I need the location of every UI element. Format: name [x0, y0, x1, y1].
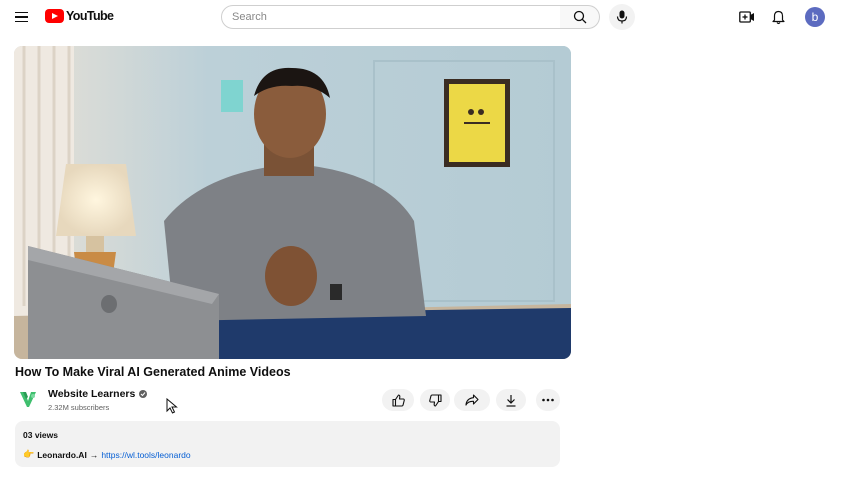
create-icon: [739, 11, 754, 23]
channel-avatar[interactable]: [17, 388, 39, 410]
channel-name-label: Website Learners: [48, 388, 136, 400]
search-input[interactable]: [232, 11, 560, 23]
search-button[interactable]: [560, 5, 600, 29]
more-actions-button[interactable]: [536, 389, 560, 411]
download-icon: [506, 394, 516, 407]
description-box[interactable]: 03 views 👉 Leonardo.AI → https://wl.tool…: [15, 421, 560, 467]
channel-logo-icon: [20, 392, 36, 407]
download-button[interactable]: [496, 389, 526, 411]
description-line: 👉 Leonardo.AI → https://wl.tools/leonard…: [23, 449, 191, 460]
channel-name[interactable]: Website Learners: [48, 388, 148, 400]
more-icon: [542, 398, 554, 402]
youtube-logo-icon: [45, 9, 64, 23]
like-icon: [391, 393, 405, 407]
like-button[interactable]: [382, 389, 414, 411]
logo-text: YouTube: [66, 9, 114, 23]
share-icon: [465, 394, 479, 406]
subscriber-count: 2.32M subscribers: [48, 403, 110, 412]
notifications-button[interactable]: [768, 7, 788, 27]
avatar[interactable]: b: [805, 7, 825, 27]
mouse-cursor-icon: [166, 398, 178, 414]
search-box[interactable]: [221, 5, 561, 29]
description-arrow: →: [89, 449, 99, 460]
verified-icon: [139, 390, 148, 398]
voice-search-button[interactable]: [609, 4, 635, 30]
youtube-logo[interactable]: YouTube: [45, 9, 114, 23]
mic-icon: [616, 10, 628, 24]
menu-icon[interactable]: [12, 7, 32, 27]
view-count: 03 views: [23, 430, 58, 440]
description-brand: Leonardo.AI: [37, 449, 87, 460]
create-button[interactable]: [737, 7, 757, 27]
share-button[interactable]: [454, 389, 490, 411]
dislike-button[interactable]: [420, 389, 450, 411]
bell-icon: [771, 10, 785, 24]
video-title: How To Make Viral AI Generated Anime Vid…: [15, 365, 291, 379]
top-bar: YouTube b: [0, 0, 854, 34]
hand-pointing-icon: 👉: [23, 449, 35, 459]
search-icon: [573, 10, 586, 24]
description-link[interactable]: https://wl.tools/leonardo: [101, 450, 190, 460]
dislike-icon: [428, 393, 442, 407]
video-frame-image: [14, 46, 571, 359]
video-player[interactable]: [14, 46, 571, 359]
